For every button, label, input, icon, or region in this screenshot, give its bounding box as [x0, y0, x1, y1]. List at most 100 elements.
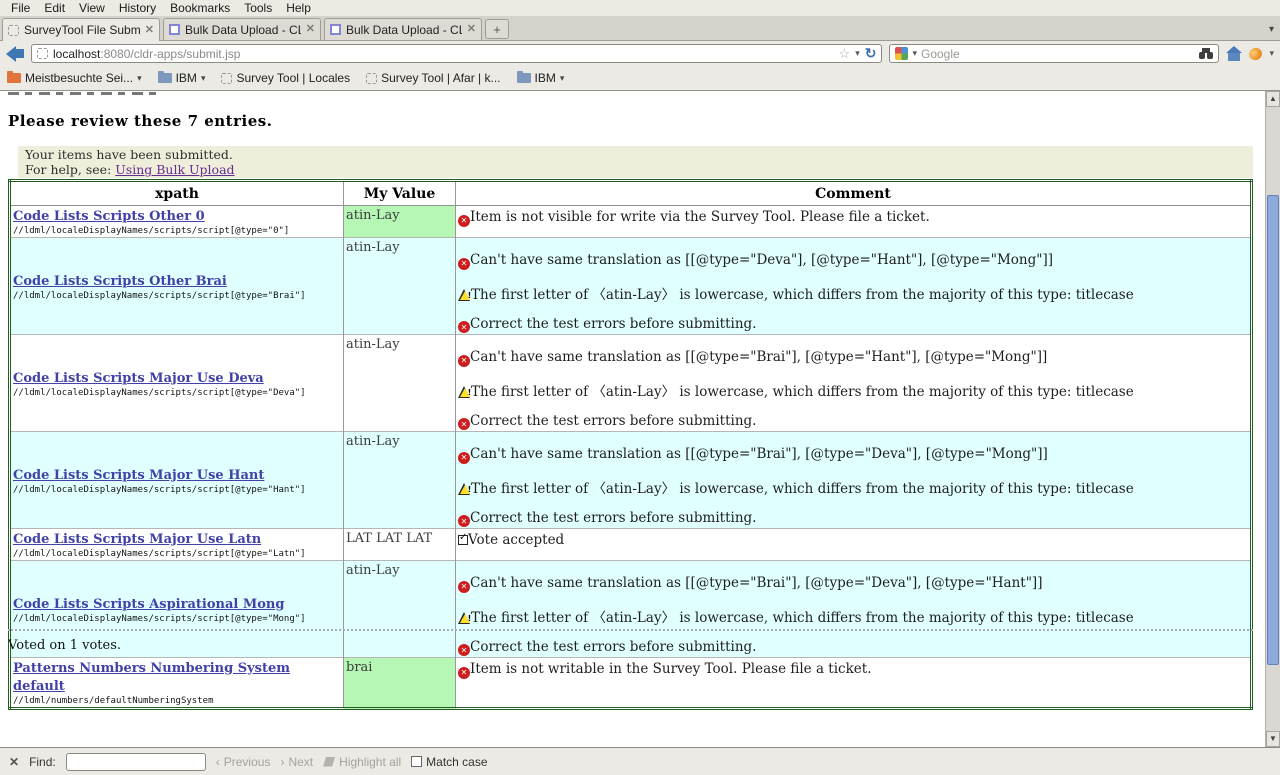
- menu-view[interactable]: View: [72, 1, 112, 15]
- tab-strip: SurveyTool File Submission | ...✕Bulk Da…: [2, 18, 485, 40]
- bookmark-item[interactable]: IBM▾: [158, 71, 206, 85]
- scroll-down-icon[interactable]: ▼: [1266, 731, 1280, 747]
- menu-history[interactable]: History: [112, 1, 163, 15]
- firebug-icon[interactable]: [1248, 46, 1264, 62]
- new-tab-button[interactable]: +: [485, 19, 509, 39]
- url-text: localhost:8080/cldr-apps/submit.jsp: [53, 47, 834, 61]
- bookmark-item[interactable]: Survey Tool | Locales: [221, 71, 350, 85]
- find-next-button[interactable]: › Next: [280, 755, 313, 769]
- clipped-heading-remnant: [8, 92, 158, 95]
- using-bulk-upload-link[interactable]: Using Bulk Upload: [115, 162, 234, 177]
- xpath-link[interactable]: Code Lists Scripts Other Brai: [13, 274, 227, 289]
- browser-tab[interactable]: Bulk Data Upload - CLDR - Un...✕: [163, 18, 321, 40]
- highlight-all-button[interactable]: Highlight all: [323, 755, 401, 769]
- menu-bookmarks[interactable]: Bookmarks: [163, 1, 237, 15]
- find-close-icon[interactable]: ✕: [9, 755, 19, 769]
- xpath-cell: Code Lists Scripts Other 0//ldml/localeD…: [10, 206, 344, 238]
- error-icon: [458, 452, 470, 464]
- reload-icon[interactable]: ↻: [865, 45, 877, 62]
- menu-help[interactable]: Help: [279, 1, 318, 15]
- bookmark-chevron-icon: ▾: [560, 73, 565, 84]
- page-content: Please review these 7 entries. Your item…: [0, 91, 1280, 747]
- xpath-string: //ldml/localeDisplayNames/scripts/script…: [13, 388, 341, 398]
- submitted-notice: Your items have been submitted. For help…: [18, 146, 1253, 178]
- error-icon: [458, 321, 470, 333]
- navigation-toolbar: localhost:8080/cldr-apps/submit.jsp ☆ ▾ …: [0, 41, 1280, 66]
- comment-line: Can't have same translation as [[@type="…: [458, 349, 1248, 367]
- bookmark-label: Meistbesuchte Sei...: [25, 71, 133, 85]
- search-engine-chevron-icon[interactable]: ▾: [912, 48, 917, 59]
- warning-triangle-fill: [460, 291, 470, 300]
- xpath-string: //ldml/localeDisplayNames/scripts/script…: [13, 614, 341, 624]
- warning-triangle-fill: [460, 614, 470, 623]
- bookmark-folder-icon: [158, 73, 172, 83]
- menu-edit[interactable]: Edit: [37, 1, 72, 15]
- my-value: LAT LAT LAT: [346, 531, 432, 546]
- bookmark-label: Survey Tool | Locales: [236, 71, 350, 85]
- back-button[interactable]: [6, 46, 24, 62]
- bookmark-star-icon[interactable]: ☆: [839, 46, 851, 62]
- voted-summary: Voted on 1 votes.: [8, 638, 121, 653]
- bookmark-item[interactable]: IBM▾: [517, 71, 565, 85]
- comment-line: Correct the test errors before submittin…: [458, 510, 1248, 528]
- search-go-binoculars-icon[interactable]: [1199, 48, 1213, 59]
- tab-list-chevron-icon[interactable]: ▾: [1269, 24, 1274, 35]
- search-engine-icon[interactable]: [895, 47, 908, 60]
- match-case-toggle[interactable]: Match case: [411, 755, 487, 769]
- bookmark-label: IBM: [176, 71, 197, 85]
- menu-tools[interactable]: Tools: [237, 1, 279, 15]
- find-bar: ✕ Find: ‹ Previous › Next Highlight all …: [0, 747, 1280, 775]
- toolbar-overflow-chevron-icon[interactable]: ▾: [1269, 48, 1274, 59]
- scroll-up-icon[interactable]: ▲: [1266, 91, 1280, 107]
- my-value-cell: atin-Lay: [344, 238, 456, 335]
- xpath-link[interactable]: Code Lists Scripts Aspirational Mong: [13, 597, 284, 612]
- table-row: Code Lists Scripts Other Brai//ldml/loca…: [10, 238, 1252, 335]
- xpath-link[interactable]: Code Lists Scripts Major Use Deva: [13, 371, 264, 386]
- bookmark-item[interactable]: Meistbesuchte Sei... ▾: [7, 71, 142, 85]
- browser-tab[interactable]: SurveyTool File Submission | ...✕: [2, 18, 160, 41]
- xpath-link[interactable]: Code Lists Scripts Major Use Latn: [13, 532, 261, 547]
- vertical-scrollbar[interactable]: ▲ ▼: [1265, 91, 1280, 747]
- comment-text: Item is not writable in the Survey Tool.…: [470, 661, 871, 677]
- tab-close-icon[interactable]: ✕: [467, 24, 476, 35]
- comment-text: Item is not visible for write via the Su…: [470, 209, 930, 225]
- xpath-cell: Code Lists Scripts Major Use Deva //ldml/…: [10, 335, 344, 432]
- scrollbar-thumb[interactable]: [1267, 195, 1279, 665]
- error-icon: [458, 581, 470, 593]
- xpath-link[interactable]: Patterns Numbers Numbering System defaul…: [13, 661, 290, 694]
- comment-cell: Can't have same translation as [[@type="…: [456, 335, 1252, 432]
- table-row: Code Lists Scripts Major Use Latn//ldml/…: [10, 529, 1252, 561]
- my-value-cell: atin-Lay: [344, 206, 456, 238]
- xpath-string: //ldml/localeDisplayNames/scripts/script…: [13, 485, 341, 495]
- browser-tab[interactable]: Bulk Data Upload - CLDR - Un...✕: [324, 18, 482, 40]
- app-favicon-icon: [169, 24, 180, 35]
- error-icon: [458, 215, 470, 227]
- match-case-checkbox[interactable]: [411, 756, 422, 767]
- comment-line: Item is not writable in the Survey Tool.…: [458, 661, 1248, 679]
- url-bar[interactable]: localhost:8080/cldr-apps/submit.jsp ☆ ▾ …: [31, 44, 882, 63]
- url-dropdown-chevron-icon[interactable]: ▾: [855, 48, 860, 59]
- error-icon: [458, 667, 470, 679]
- menu-file[interactable]: File: [4, 1, 37, 15]
- find-previous-button[interactable]: ‹ Previous: [216, 755, 271, 769]
- xpath-link[interactable]: Code Lists Scripts Major Use Hant: [13, 468, 264, 483]
- bookmark-chevron-icon: ▾: [137, 73, 142, 84]
- xpath-link[interactable]: Code Lists Scripts Other 0: [13, 209, 205, 224]
- bookmark-item[interactable]: Survey Tool | Afar | k...: [366, 71, 500, 85]
- url-path: :8080/cldr-apps/submit.jsp: [100, 47, 240, 61]
- my-value: atin-Lay: [346, 563, 400, 578]
- tab-close-icon[interactable]: ✕: [145, 25, 154, 36]
- browser-window: FileEditViewHistoryBookmarksToolsHelp Su…: [0, 0, 1280, 775]
- menu-bar: FileEditViewHistoryBookmarksToolsHelp: [0, 0, 1280, 16]
- my-value: brai: [346, 660, 372, 675]
- next-chevron-icon: ›: [280, 755, 284, 769]
- search-input[interactable]: [921, 47, 1195, 61]
- find-input[interactable]: [66, 753, 206, 771]
- comment-line: Correct the test errors before submittin…: [458, 316, 1248, 334]
- tab-close-icon[interactable]: ✕: [306, 24, 315, 35]
- comment-line: Can't have same translation as [[@type="…: [458, 575, 1248, 593]
- my-value: atin-Lay: [346, 434, 400, 449]
- error-icon: [458, 258, 470, 270]
- home-icon[interactable]: [1226, 47, 1242, 61]
- search-bar[interactable]: ▾: [889, 44, 1219, 63]
